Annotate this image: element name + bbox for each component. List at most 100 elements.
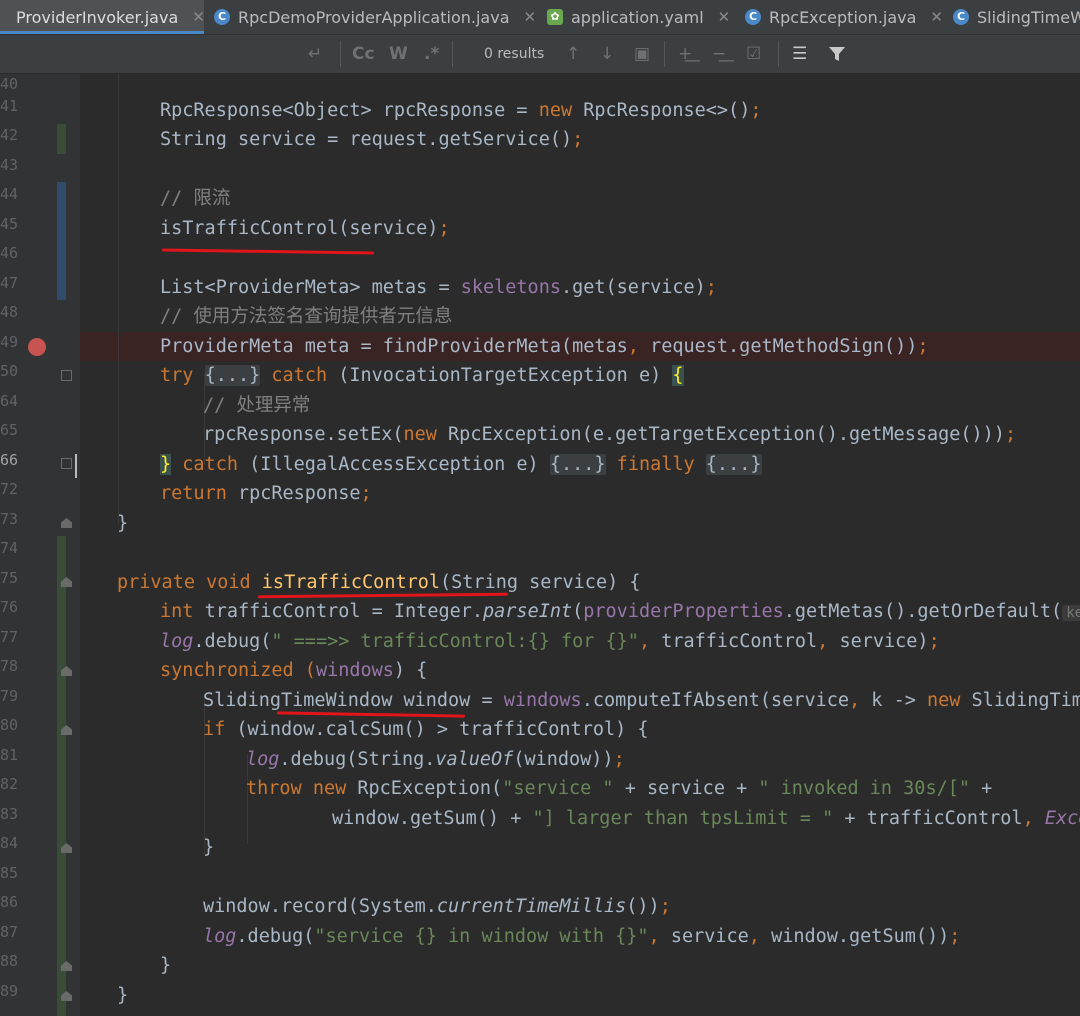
- tab-label: RpcException.java: [769, 7, 917, 27]
- code-line-88: }: [160, 955, 172, 976]
- whole-words-label: W: [389, 44, 408, 64]
- code-line-75: private void isTrafficControl(String ser…: [117, 572, 641, 593]
- code-line-42: String service = request.getService();: [160, 129, 584, 150]
- code-line-49: ProviderMeta meta = findProviderMeta(met…: [160, 336, 929, 357]
- regex-toggle[interactable]: .*: [424, 35, 439, 73]
- tab-provider-invoker[interactable]: ProviderInvoker.java ✕: [0, 0, 205, 34]
- regex-label: .*: [424, 44, 440, 64]
- folded-block: {...}: [549, 454, 606, 475]
- code-line-45: isTrafficControl(service);: [160, 218, 450, 239]
- vcs-change-marker: [57, 536, 66, 1016]
- code-line-79: SlidingTimeWindow window = windows.compu…: [203, 690, 1080, 711]
- line-number: 76: [0, 598, 18, 616]
- line-number: 74: [0, 539, 18, 557]
- line-number: 85: [0, 864, 18, 882]
- toolbar-divider: [452, 41, 453, 67]
- breakpoint-icon[interactable]: [28, 338, 46, 356]
- line-number: 73: [0, 510, 18, 528]
- line-number: 64: [0, 392, 18, 410]
- indent-guide: [118, 74, 119, 524]
- code-line-82: throw new RpcException("service " + serv…: [246, 778, 993, 799]
- match-case-label: Cc: [352, 44, 375, 64]
- code-line-86: window.record(System.currentTimeMillis()…: [203, 896, 671, 917]
- code-line-72: return rpcResponse;: [160, 483, 372, 504]
- select-all-occurrences-icon[interactable]: ▣: [634, 35, 650, 73]
- code-line-80: if (window.calcSum() > trafficControl) {: [203, 719, 649, 740]
- line-number: 66: [0, 451, 18, 469]
- tab-application-yaml[interactable]: ✿ application.yaml ✕: [547, 0, 730, 34]
- line-number: 83: [0, 805, 18, 823]
- filter-options-icon[interactable]: ☰: [792, 35, 807, 73]
- line-number: 80: [0, 716, 18, 734]
- tab-sliding-time-window[interactable]: C SlidingTimeWindow: [953, 0, 1080, 34]
- code-line-50: try {...} catch (InvocationTargetExcepti…: [160, 365, 684, 386]
- spring-yaml-icon: ✿: [547, 9, 563, 25]
- line-number: 75: [0, 569, 18, 587]
- code-line-64-comment: // 处理异常: [203, 395, 311, 416]
- vcs-change-marker: [57, 124, 66, 154]
- line-number: 65: [0, 421, 18, 439]
- toolbar-divider: [778, 41, 779, 67]
- toolbar-divider: [664, 41, 665, 67]
- tab-rpc-demo-provider-application[interactable]: C RpcDemoProviderApplication.java ✕: [214, 0, 536, 34]
- line-number: 89: [0, 982, 18, 1000]
- close-icon[interactable]: ✕: [524, 8, 537, 26]
- fold-expand-icon[interactable]: [61, 458, 72, 469]
- line-number: 79: [0, 687, 18, 705]
- fold-expand-icon[interactable]: [61, 370, 72, 381]
- code-line-65: rpcResponse.setEx(new RpcException(e.get…: [203, 424, 1017, 445]
- parameter-hint: key:: [1062, 605, 1080, 621]
- text-caret: [75, 454, 77, 478]
- line-number: 43: [0, 156, 18, 174]
- tab-label: RpcDemoProviderApplication.java: [238, 7, 510, 27]
- java-class-icon: C: [214, 9, 230, 25]
- tab-label: ProviderInvoker.java: [16, 7, 179, 27]
- remove-selection-icon[interactable]: −͟: [712, 35, 726, 73]
- find-results-count: 0 results: [484, 46, 545, 62]
- code-line-87: log.debug("service {} in window with {}"…: [203, 926, 961, 947]
- close-icon[interactable]: ✕: [192, 8, 205, 26]
- line-number: 41: [0, 97, 18, 115]
- line-number: 86: [0, 893, 18, 911]
- match-case-toggle[interactable]: Cc: [352, 35, 375, 73]
- line-number: 45: [0, 215, 18, 233]
- line-number: 49: [0, 333, 18, 351]
- tab-rpc-exception[interactable]: C RpcException.java ✕: [745, 0, 943, 34]
- code-line-89: }: [117, 985, 129, 1006]
- java-class-icon: C: [745, 9, 761, 25]
- code-line-81: log.debug(String.valueOf(window));: [246, 749, 625, 770]
- filter-icon[interactable]: [828, 35, 846, 73]
- line-number: 47: [0, 274, 18, 292]
- code-line-77: log.debug(" ===>> trafficControl:{} for …: [160, 631, 940, 652]
- code-line-48-comment: // 使用方法签名查询提供者元信息: [160, 306, 453, 327]
- code-editor[interactable]: RpcResponse<Object> rpcResponse = new Rp…: [80, 74, 1080, 1016]
- line-number-gutter[interactable]: 40 41 42 43 44 45 46 47 48 49 50 64 65 66 72 73 74 75 76 77…: [0, 74, 80, 1016]
- line-number: 88: [0, 952, 18, 970]
- close-icon[interactable]: ✕: [930, 8, 943, 26]
- tab-label: SlidingTimeWindow: [977, 7, 1080, 27]
- new-line-icon[interactable]: ↵: [308, 35, 322, 73]
- line-number: 77: [0, 628, 18, 646]
- select-all-icon[interactable]: ☑: [746, 35, 761, 73]
- whole-words-toggle[interactable]: W: [389, 35, 408, 73]
- code-line-84: }: [203, 837, 215, 858]
- next-occurrence-icon[interactable]: ↓: [600, 35, 614, 73]
- line-number: 87: [0, 923, 18, 941]
- java-class-icon: C: [953, 9, 969, 25]
- line-number: 78: [0, 657, 18, 675]
- code-line-41: RpcResponse<Object> rpcResponse = new Rp…: [160, 100, 762, 121]
- code-line-44-comment: // 限流: [160, 188, 231, 209]
- line-number: 81: [0, 746, 18, 764]
- line-number: 44: [0, 185, 18, 203]
- add-selection-icon[interactable]: +͟: [678, 35, 692, 73]
- active-tab-indicator: [0, 31, 204, 34]
- fold-end-icon[interactable]: [61, 518, 72, 528]
- close-icon[interactable]: ✕: [718, 8, 731, 26]
- line-number: 82: [0, 775, 18, 793]
- folded-block: {...}: [204, 365, 261, 386]
- editor-tab-bar: ProviderInvoker.java ✕ C RpcDemoProvider…: [0, 0, 1080, 35]
- line-number: 72: [0, 480, 18, 498]
- previous-occurrence-icon[interactable]: ↑: [566, 35, 580, 73]
- line-number: 46: [0, 244, 18, 262]
- code-line-83: window.getSum() + "] larger than tpsLimi…: [332, 808, 1080, 829]
